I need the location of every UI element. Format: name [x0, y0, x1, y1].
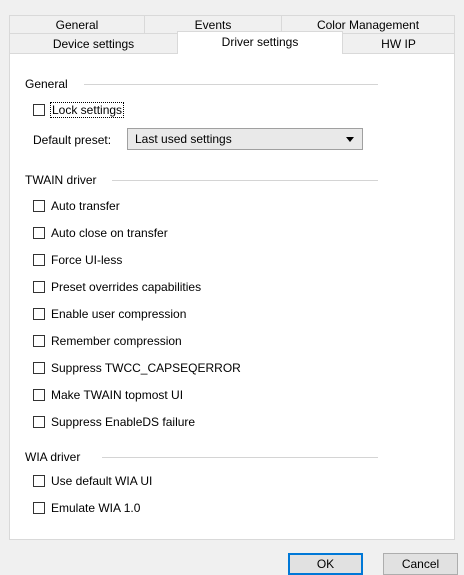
- tab-device-settings[interactable]: Device settings: [9, 33, 178, 53]
- tab-panel: [9, 53, 455, 540]
- auto-close-label: Auto close on transfer: [51, 226, 168, 240]
- auto-transfer-checkbox[interactable]: Auto transfer: [33, 198, 120, 214]
- checkbox-box[interactable]: [33, 362, 45, 374]
- checkbox-box[interactable]: [33, 200, 45, 212]
- tab-row-bottom: Device settings Driver settings HW IP: [9, 31, 455, 54]
- emulate-wia-label: Emulate WIA 1.0: [51, 501, 141, 515]
- preset-overrides-label: Preset overrides capabilities: [51, 280, 202, 294]
- checkbox-box[interactable]: [33, 475, 45, 487]
- checkbox-box[interactable]: [33, 502, 45, 514]
- checkbox-box[interactable]: [33, 254, 45, 266]
- lock-settings-checkbox[interactable]: Lock settings: [33, 102, 125, 118]
- make-twain-topmost-checkbox[interactable]: Make TWAIN topmost UI: [33, 387, 183, 403]
- checkbox-box[interactable]: [33, 308, 45, 320]
- checkbox-box[interactable]: [33, 104, 45, 116]
- checkbox-box[interactable]: [33, 227, 45, 239]
- cancel-button[interactable]: Cancel: [383, 553, 458, 575]
- twain-group-label: TWAIN driver: [25, 173, 103, 187]
- tab-general[interactable]: General: [9, 15, 145, 33]
- chevron-down-icon[interactable]: [346, 136, 354, 142]
- tab-hw-ip[interactable]: HW IP: [342, 33, 455, 53]
- default-preset-dropdown[interactable]: Last used settings: [127, 128, 363, 150]
- wia-group-line: [102, 457, 378, 458]
- general-group-line: [84, 84, 378, 85]
- tab-driver-settings[interactable]: Driver settings: [177, 31, 343, 54]
- default-preset-label: Default preset:: [33, 133, 112, 147]
- twain-group-line: [112, 180, 378, 181]
- checkbox-box[interactable]: [33, 281, 45, 293]
- general-group-label: General: [25, 77, 74, 91]
- suppress-enableds-label: Suppress EnableDS failure: [51, 415, 196, 429]
- make-twain-topmost-label: Make TWAIN topmost UI: [51, 388, 184, 402]
- force-ui-less-label: Force UI-less: [51, 253, 123, 267]
- lock-settings-label: Lock settings: [49, 102, 125, 118]
- enable-user-compression-checkbox[interactable]: Enable user compression: [33, 306, 186, 322]
- auto-close-checkbox[interactable]: Auto close on transfer: [33, 225, 168, 241]
- ok-button[interactable]: OK: [288, 553, 363, 575]
- preset-overrides-checkbox[interactable]: Preset overrides capabilities: [33, 279, 201, 295]
- enable-user-compression-label: Enable user compression: [51, 307, 187, 321]
- suppress-capseqerror-label: Suppress TWCC_CAPSEQERROR: [51, 361, 241, 375]
- suppress-capseqerror-checkbox[interactable]: Suppress TWCC_CAPSEQERROR: [33, 360, 241, 376]
- use-default-wia-ui-checkbox[interactable]: Use default WIA UI: [33, 473, 152, 489]
- checkbox-box[interactable]: [33, 416, 45, 428]
- checkbox-box[interactable]: [33, 335, 45, 347]
- auto-transfer-label: Auto transfer: [51, 199, 120, 213]
- remember-compression-checkbox[interactable]: Remember compression: [33, 333, 182, 349]
- force-ui-less-checkbox[interactable]: Force UI-less: [33, 252, 122, 268]
- wia-group-label: WIA driver: [25, 450, 87, 464]
- default-preset-value: Last used settings: [135, 132, 232, 146]
- emulate-wia-checkbox[interactable]: Emulate WIA 1.0: [33, 500, 140, 516]
- checkbox-box[interactable]: [33, 389, 45, 401]
- remember-compression-label: Remember compression: [51, 334, 182, 348]
- suppress-enableds-checkbox[interactable]: Suppress EnableDS failure: [33, 414, 195, 430]
- use-default-wia-ui-label: Use default WIA UI: [51, 474, 153, 488]
